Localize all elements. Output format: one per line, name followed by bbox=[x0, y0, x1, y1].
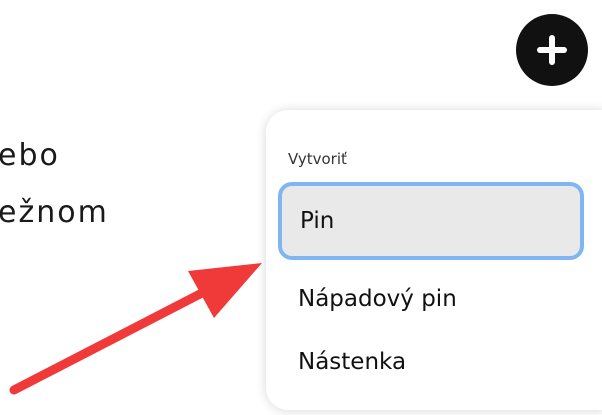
screenshot-stage: ebo ežnom Vytvoriť Pin Nápadový pin Nást… bbox=[0, 0, 602, 415]
create-menu: Vytvoriť Pin Nápadový pin Nástenka bbox=[266, 110, 602, 410]
background-text-line-1: ebo bbox=[0, 138, 60, 173]
menu-item-label: Nástenka bbox=[298, 349, 407, 375]
menu-item-idea-pin[interactable]: Nápadový pin bbox=[276, 263, 586, 335]
menu-item-board[interactable]: Nástenka bbox=[276, 326, 586, 398]
menu-item-label: Pin bbox=[300, 208, 335, 234]
plus-icon bbox=[537, 35, 567, 65]
create-menu-header: Vytvoriť bbox=[288, 150, 347, 168]
menu-item-label: Nápadový pin bbox=[298, 286, 457, 312]
background-text-line-2: ežnom bbox=[0, 195, 109, 230]
create-button[interactable] bbox=[516, 14, 588, 86]
menu-item-pin[interactable]: Pin bbox=[278, 182, 584, 260]
